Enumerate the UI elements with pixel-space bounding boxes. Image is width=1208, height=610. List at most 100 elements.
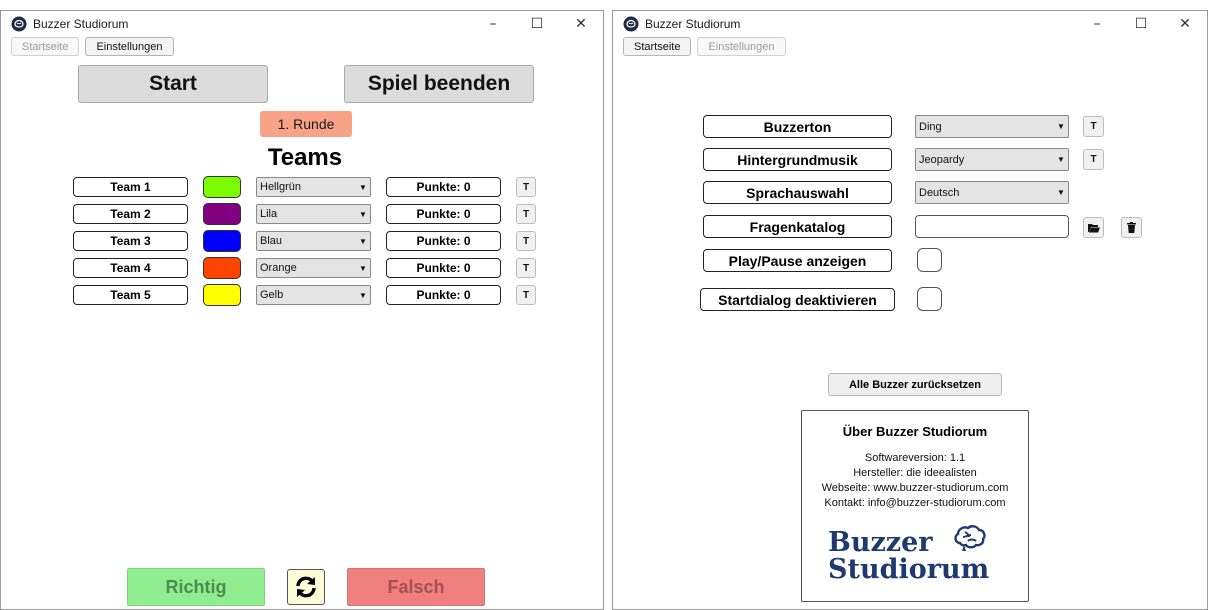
team-row: Team 5 Gelb ▼ Punkte: 0 T (1, 284, 605, 306)
teams-heading: Teams (267, 144, 343, 171)
open-folder-button[interactable] (1083, 217, 1104, 238)
settings-window: Buzzer Studiorum – ☐ ✕ Startseite Einste… (612, 10, 1208, 610)
select-value: Ding (919, 120, 942, 133)
team-color-swatch[interactable] (203, 203, 241, 225)
play-pause-checkbox[interactable] (917, 248, 942, 272)
select-value: Hellgrün (260, 181, 301, 193)
refresh-icon (296, 576, 316, 598)
about-panel: Über Buzzer Studiorum Softwareversion: 1… (801, 410, 1029, 602)
title-bar: Buzzer Studiorum – ☐ ✕ (613, 11, 1207, 37)
team-color-select[interactable]: Orange ▼ (256, 258, 371, 278)
language-select[interactable]: Deutsch ▼ (915, 181, 1069, 204)
team-color-swatch[interactable] (203, 176, 241, 198)
dropdown-arrow-icon: ▼ (359, 263, 367, 273)
language-label: Sprachauswahl (703, 181, 892, 204)
maximize-icon[interactable]: ☐ (515, 16, 559, 32)
round-badge: 1. Runde (260, 111, 352, 137)
game-window: Buzzer Studiorum – ☐ ✕ Startseite Einste… (0, 10, 604, 610)
team-test-button[interactable]: T (516, 204, 536, 224)
dropdown-arrow-icon: ▼ (359, 290, 367, 300)
team-row: Team 3 Blau ▼ Punkte: 0 T (1, 230, 605, 252)
team-color-swatch[interactable] (203, 230, 241, 252)
delete-catalog-button[interactable] (1121, 217, 1142, 238)
select-value: Deutsch (919, 186, 960, 199)
about-maker: Hersteller: die ideealisten (853, 467, 977, 479)
team-name-field[interactable]: Team 3 (73, 231, 188, 251)
home-nav-button[interactable]: Startseite (11, 37, 80, 56)
background-music-label: Hintergrundmusik (703, 148, 892, 171)
team-row: Team 1 Hellgrün ▼ Punkte: 0 T (1, 176, 605, 198)
select-value: Gelb (260, 289, 284, 301)
team-test-button[interactable]: T (516, 285, 536, 305)
nav-bar: Startseite Einstellungen (1, 37, 603, 59)
close-icon[interactable]: ✕ (559, 16, 603, 32)
team-points: Punkte: 0 (386, 258, 501, 278)
buzzer-tone-test-button[interactable]: T (1083, 116, 1104, 137)
dropdown-arrow-icon: ▼ (359, 209, 367, 219)
team-name-field[interactable]: Team 4 (73, 258, 188, 278)
team-name-field[interactable]: Team 5 (73, 285, 188, 305)
end-game-button[interactable]: Spiel beenden (344, 65, 534, 103)
team-color-swatch[interactable] (203, 257, 241, 279)
question-catalog-label: Fragenkatalog (703, 215, 892, 238)
brain-logo-icon (954, 525, 986, 551)
select-value: Orange (260, 262, 297, 274)
disable-start-dialog-label: Startdialog deaktivieren (700, 288, 895, 311)
select-value: Blau (260, 235, 283, 247)
team-color-swatch[interactable] (203, 284, 241, 306)
team-row: Team 4 Orange ▼ Punkte: 0 T (1, 257, 605, 279)
logo-text-line2: Studiorum (828, 554, 990, 585)
team-color-select[interactable]: Hellgrün ▼ (256, 177, 371, 197)
team-color-select[interactable]: Blau ▼ (256, 231, 371, 251)
about-website: Webseite: www.buzzer-studiorum.com (821, 482, 1009, 494)
maximize-icon[interactable]: ☐ (1119, 16, 1163, 32)
team-row: Team 2 Lila ▼ Punkte: 0 T (1, 203, 605, 225)
title-bar: Buzzer Studiorum – ☐ ✕ (1, 11, 603, 37)
team-points: Punkte: 0 (386, 231, 501, 251)
question-catalog-input[interactable] (915, 215, 1069, 238)
trash-icon (1127, 222, 1136, 233)
minimize-icon[interactable]: – (1075, 16, 1119, 32)
team-color-select[interactable]: Gelb ▼ (256, 285, 371, 305)
buzzer-tone-select[interactable]: Ding ▼ (915, 115, 1069, 138)
folder-open-icon (1087, 223, 1100, 232)
team-points: Punkte: 0 (386, 285, 501, 305)
settings-nav-button[interactable]: Einstellungen (697, 37, 786, 56)
select-value: Jeopardy (919, 153, 965, 166)
about-title: Über Buzzer Studiorum (842, 424, 988, 439)
wrong-button[interactable]: Falsch (347, 568, 485, 606)
settings-nav-button[interactable]: Einstellungen (85, 37, 174, 56)
team-name-field[interactable]: Team 2 (73, 204, 188, 224)
about-version: Softwareversion: 1.1 (864, 452, 966, 464)
dropdown-arrow-icon: ▼ (1057, 155, 1065, 164)
select-value: Lila (260, 208, 278, 220)
team-color-select[interactable]: Lila ▼ (256, 204, 371, 224)
background-music-select[interactable]: Jeopardy ▼ (915, 148, 1069, 171)
nav-bar: Startseite Einstellungen (613, 37, 1207, 59)
dropdown-arrow-icon: ▼ (1057, 122, 1065, 131)
team-test-button[interactable]: T (516, 231, 536, 251)
dropdown-arrow-icon: ▼ (1057, 188, 1065, 197)
reset-all-buzzers-button[interactable]: Alle Buzzer zurücksetzen (828, 373, 1002, 396)
home-nav-button[interactable]: Startseite (623, 37, 692, 56)
team-test-button[interactable]: T (516, 258, 536, 278)
background-music-test-button[interactable]: T (1083, 149, 1104, 170)
dropdown-arrow-icon: ▼ (359, 182, 367, 192)
team-test-button[interactable]: T (516, 177, 536, 197)
window-title: Buzzer Studiorum (645, 17, 741, 31)
window-title: Buzzer Studiorum (33, 17, 129, 31)
logo-text-line1: Buzzer (828, 527, 933, 558)
disable-start-dialog-checkbox[interactable] (917, 287, 942, 311)
brain-app-icon (623, 16, 639, 32)
buzzer-tone-label: Buzzerton (703, 115, 892, 138)
close-icon[interactable]: ✕ (1163, 16, 1207, 32)
correct-button[interactable]: Richtig (127, 568, 265, 606)
minimize-icon[interactable]: – (471, 16, 515, 32)
start-button[interactable]: Start (78, 65, 268, 103)
team-name-field[interactable]: Team 1 (73, 177, 188, 197)
about-contact: Kontakt: info@buzzer-studiorum.com (824, 497, 1006, 509)
play-pause-label: Play/Pause anzeigen (703, 249, 892, 272)
team-points: Punkte: 0 (386, 177, 501, 197)
refresh-button[interactable] (287, 569, 325, 605)
dropdown-arrow-icon: ▼ (359, 236, 367, 246)
